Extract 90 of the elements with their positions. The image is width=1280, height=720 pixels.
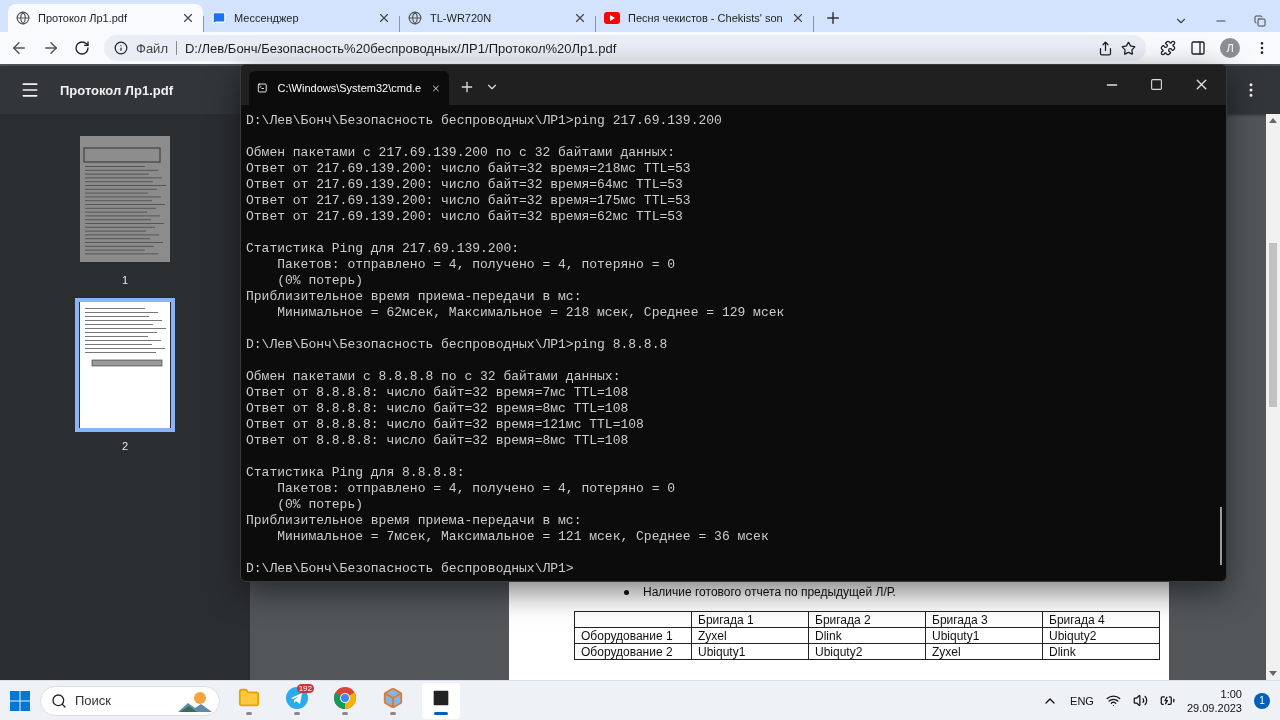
bullet-text: Наличие готового отчета по предыдущей Л/Р. [643, 585, 896, 599]
notification-badge[interactable]: 1 [1254, 692, 1270, 709]
terminal-line: Статистика Ping для 217.69.139.200: [246, 241, 521, 257]
new-tab-icon[interactable] [459, 79, 475, 95]
column-header: Бригада 4 [1042, 611, 1160, 628]
bookmark-star-icon[interactable] [1121, 40, 1136, 56]
scroll-down-icon[interactable] [1269, 671, 1277, 676]
terminal-line: D:\Лев\Бонч\Безопасность беспроводных\ЛР1> [246, 561, 575, 577]
wifi-icon[interactable] [1105, 693, 1121, 708]
landscape-icon [178, 689, 212, 712]
back-icon[interactable] [10, 39, 28, 57]
terminal-line: Обмен пакетами с 8.8.8.8 по с 32 байтами данных: [246, 369, 622, 385]
terminal-line: Обмен пакетами с 217.69.139.200 по с 32 байтами данных: [246, 145, 677, 161]
row-header: Оборудование 1 [574, 627, 692, 644]
volume-icon[interactable] [1132, 693, 1148, 708]
terminal-tab[interactable]: C:\Windows\System32\cmd.e [249, 71, 449, 105]
terminal-line: Ответ от 217.69.139.200: число байт=32 время=175мс TTL=53 [246, 193, 692, 209]
terminal-line: Пакетов: отправлено = 4, получено = 4, потеряно = 0 [276, 481, 677, 497]
bullet-icon [624, 590, 629, 595]
terminal-line: Ответ от 217.69.139.200: число байт=32 время=62мс TTL=53 [246, 209, 684, 225]
browser-tab[interactable]: Мессенджер [204, 4, 399, 32]
taskbar-app[interactable] [422, 682, 460, 719]
globe-icon [408, 11, 422, 25]
menu-icon[interactable] [20, 80, 40, 100]
table-cell: Dlink [1042, 643, 1160, 660]
terminal-line: Ответ от 8.8.8.8: число байт=32 время=8мс TTL=108 [246, 401, 630, 417]
extensions-icon[interactable] [1160, 40, 1176, 56]
side-panel-icon[interactable] [1190, 40, 1206, 56]
search-field[interactable]: Поиск [40, 685, 220, 716]
page-number: 2 [121, 440, 129, 452]
info-icon[interactable] [114, 41, 128, 55]
terminal-line: Минимальное = 62мсек, Максимальное = 218 мсек, Среднее = 129 мсек [276, 305, 786, 321]
share-icon[interactable] [1098, 40, 1113, 56]
terminal-line: Приблизительное время приема-передачи в мс: [246, 513, 583, 529]
terminal-line: Ответ от 8.8.8.8: число байт=32 время=7мс TTL=108 [246, 385, 630, 401]
terminal-line: Приблизительное время приема-передачи в мс: [246, 289, 583, 305]
forward-icon[interactable] [42, 39, 60, 57]
maximize-icon[interactable] [1150, 78, 1163, 91]
url-text: D:/Лев/Бонч/Безопасность%20беспроводных/ЛР1/Протокол%20Лр1.pdf [184, 40, 617, 56]
box-icon [382, 686, 404, 709]
table-cell: Ubiquty2 [1042, 627, 1160, 644]
browser-icon [334, 686, 356, 709]
table-cell: Ubiquty1 [691, 643, 809, 660]
table-cell: Ubiquty1 [925, 627, 1043, 644]
language-indicator[interactable]: ENG [1070, 694, 1094, 707]
reload-icon[interactable] [74, 40, 90, 56]
terminal-line: D:\Лев\Бонч\Безопасность беспроводных\ЛР1>ping 8.8.8.8 [246, 337, 669, 353]
close-icon[interactable] [573, 11, 587, 25]
table-cell: Zyxel [691, 627, 809, 644]
clock-date[interactable]: 29.09.2023 [1186, 700, 1242, 715]
chat-icon [212, 11, 226, 25]
terminal-line: Ответ от 8.8.8.8: число байт=32 время=8мс TTL=108 [246, 433, 630, 449]
scrollbar[interactable] [1266, 114, 1280, 680]
table-cell: Dlink [808, 627, 926, 644]
terminal-line: (0% потерь) [276, 273, 365, 289]
scroll-up-icon[interactable] [1269, 118, 1277, 123]
row-header: Оборудование 2 [574, 643, 692, 660]
column-header: Бригада 1 [691, 611, 809, 628]
terminal-line: Пакетов: отправлено = 4, получено = 4, потеряно = 0 [276, 257, 677, 273]
document-title: Протокол Лр1.pdf [60, 82, 173, 98]
browser-tab[interactable]: Песня чекистов - Chekists' son [596, 4, 813, 32]
video-play-icon [604, 12, 620, 24]
address-bar[interactable]: Файл D:/Лев/Бонч/Безопасность%20беспроводных/ЛР1/Протокол%20Лр1.pdf [104, 35, 1146, 61]
close-icon[interactable] [181, 11, 195, 25]
unread-badge: 192 [296, 683, 314, 693]
scroll-thumb[interactable] [1269, 243, 1277, 407]
clock-time[interactable]: 1:00 [1220, 686, 1242, 701]
browser-tab[interactable]: TL-WR720N [400, 4, 595, 32]
globe-icon [16, 11, 30, 25]
restore-icon[interactable] [1254, 15, 1266, 27]
terminal-line: Ответ от 217.69.139.200: число байт=32 время=64мс TTL=53 [246, 177, 684, 193]
column-header: Бригада 2 [808, 611, 926, 628]
terminal-line: D:\Лев\Бонч\Безопасность беспроводных\ЛР1>ping 217.69.139.200 [246, 113, 723, 129]
terminal-line: Ответ от 217.69.139.200: число байт=32 время=218мс TTL=53 [246, 161, 692, 177]
taskbar-app[interactable]: 192 [278, 682, 316, 719]
terminal-line: Ответ от 8.8.8.8: число байт=32 время=121мс TTL=108 [246, 417, 645, 433]
column-header: Бригада 3 [925, 611, 1043, 628]
terminal-line: (0% потерь) [276, 497, 365, 513]
scheme-label: Файл [136, 40, 168, 56]
page-number: 1 [121, 274, 129, 286]
close-icon[interactable] [377, 11, 391, 25]
table-cell: Zyxel [925, 643, 1043, 660]
battery-icon[interactable] [1159, 693, 1175, 708]
browser-tab[interactable]: Протокол Лр1.pdf [8, 4, 203, 32]
terminal-line: Минимальное = 7мсек, Максимальное = 121 мсек, Среднее = 36 мсек [276, 529, 770, 545]
terminal-line: Статистика Ping для 8.8.8.8: [246, 465, 466, 481]
start-icon[interactable] [10, 690, 30, 711]
table-cell: Ubiquty2 [808, 643, 926, 660]
search-icon [51, 692, 67, 709]
folder-icon [238, 686, 260, 709]
